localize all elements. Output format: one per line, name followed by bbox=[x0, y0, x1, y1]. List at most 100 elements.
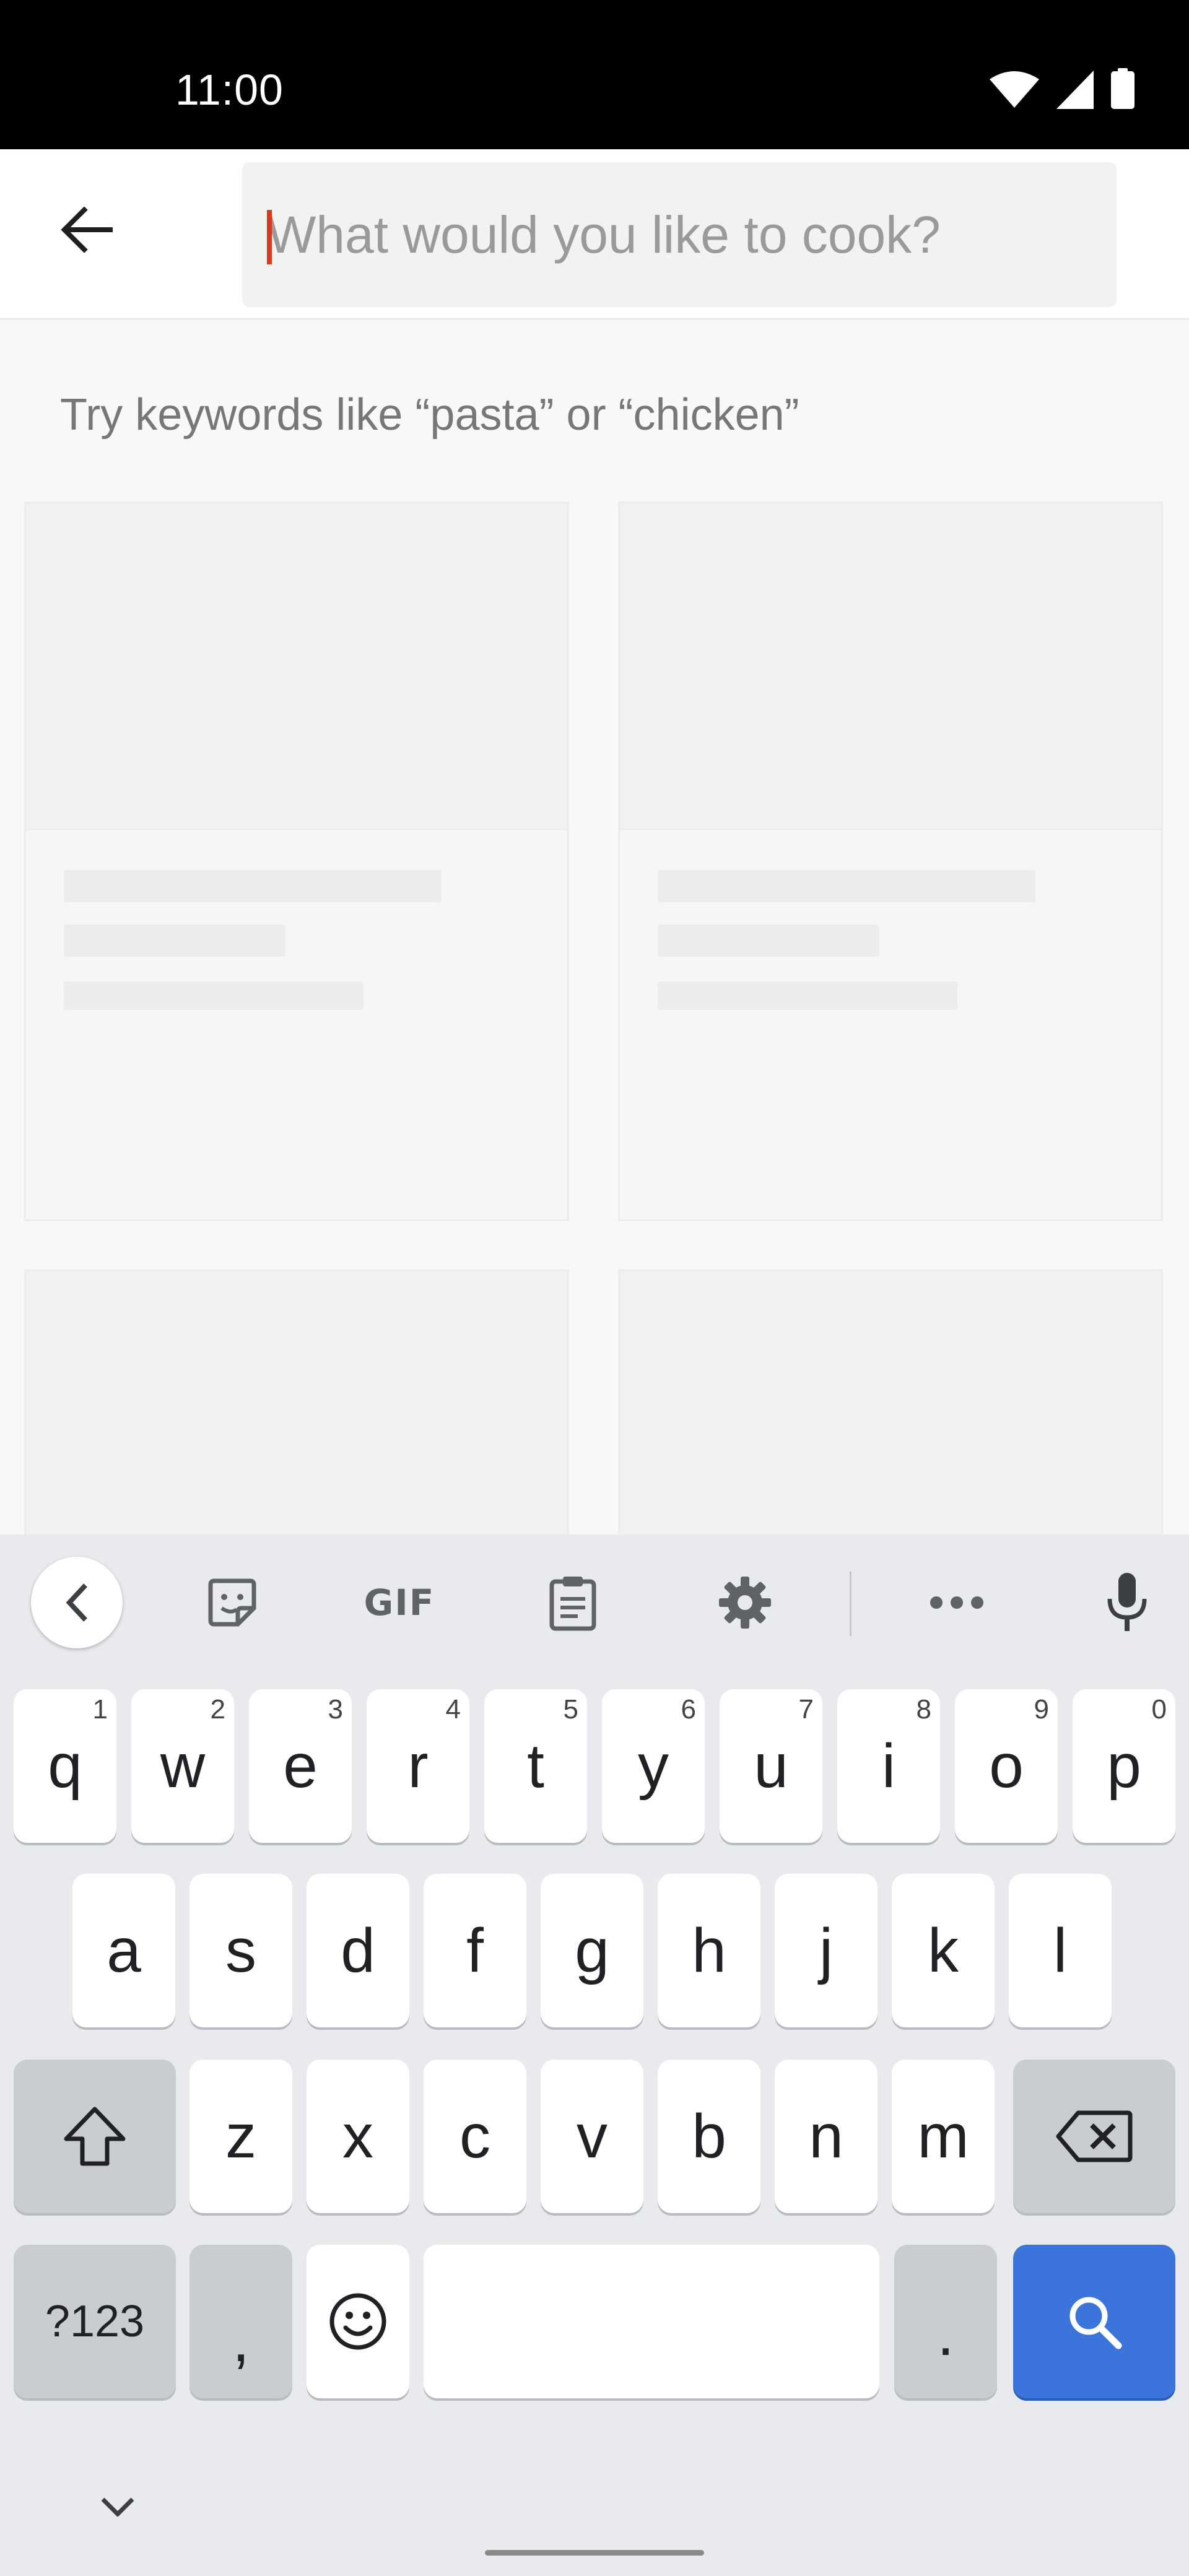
space-key[interactable] bbox=[424, 2245, 879, 2398]
shift-arrow-icon bbox=[64, 2107, 126, 2166]
key-d[interactable]: d bbox=[307, 1874, 409, 2027]
key-label: j bbox=[819, 1915, 834, 1985]
key-t[interactable]: t5 bbox=[484, 1689, 587, 1843]
status-bar: 11:00 bbox=[0, 0, 1189, 149]
home-indicator[interactable] bbox=[485, 2550, 704, 2556]
key-c[interactable]: c bbox=[424, 2060, 526, 2213]
key-number-hint: 9 bbox=[1034, 1694, 1049, 1725]
key-b[interactable]: b bbox=[658, 2060, 760, 2213]
gif-button[interactable]: GIF bbox=[350, 1559, 449, 1646]
clipboard-button[interactable] bbox=[523, 1559, 622, 1646]
signal-icon bbox=[1056, 71, 1094, 109]
key-label: d bbox=[341, 1915, 375, 1985]
key-label: i bbox=[881, 1731, 896, 1801]
settings-button[interactable] bbox=[695, 1559, 795, 1646]
key-z[interactable]: z bbox=[189, 2060, 292, 2213]
backspace-key[interactable] bbox=[1013, 2060, 1175, 2213]
key-f[interactable]: f bbox=[424, 1874, 526, 2027]
key-label: h bbox=[692, 1915, 726, 1985]
skeleton-line bbox=[64, 925, 285, 957]
key-label: a bbox=[107, 1915, 141, 1985]
battery-icon bbox=[1111, 68, 1135, 109]
key-label: c bbox=[459, 2101, 490, 2171]
key-o[interactable]: o9 bbox=[955, 1689, 1058, 1843]
key-label: q bbox=[48, 1731, 82, 1801]
key-l[interactable]: l bbox=[1009, 1874, 1112, 2027]
skeleton-line bbox=[658, 925, 879, 957]
key-label: g bbox=[575, 1915, 609, 1985]
key-label: y bbox=[638, 1731, 669, 1801]
key-p[interactable]: p0 bbox=[1073, 1689, 1175, 1843]
chevron-down-icon bbox=[101, 2497, 134, 2517]
keyboard-collapse-button[interactable] bbox=[31, 1557, 123, 1648]
period-key[interactable]: . bbox=[894, 2245, 997, 2398]
shift-key[interactable] bbox=[14, 2060, 176, 2213]
key-y[interactable]: y6 bbox=[602, 1689, 705, 1843]
back-button[interactable] bbox=[43, 186, 130, 273]
gear-icon bbox=[719, 1577, 771, 1629]
clipboard-icon bbox=[549, 1577, 596, 1631]
emoji-key[interactable] bbox=[307, 2245, 409, 2398]
recipe-card-placeholder bbox=[618, 1269, 1163, 1579]
key-label: s bbox=[225, 1915, 256, 1985]
symbols-key[interactable]: ?123 bbox=[14, 2245, 176, 2398]
key-q[interactable]: q1 bbox=[14, 1689, 116, 1843]
status-icons bbox=[990, 68, 1135, 109]
key-number-hint: 3 bbox=[328, 1694, 343, 1725]
voice-input-button[interactable] bbox=[1078, 1559, 1177, 1646]
key-number-hint: 2 bbox=[210, 1694, 225, 1725]
skeleton-line bbox=[658, 870, 1035, 902]
key-e[interactable]: e3 bbox=[249, 1689, 352, 1843]
wifi-icon bbox=[990, 71, 1039, 108]
recipe-card-placeholder bbox=[24, 502, 569, 1221]
key-label: l bbox=[1053, 1915, 1068, 1985]
comma-key[interactable]: , bbox=[189, 2245, 292, 2398]
card-image-placeholder bbox=[26, 503, 567, 830]
symbols-key-label: ?123 bbox=[45, 2297, 145, 2346]
key-label: e bbox=[283, 1731, 318, 1801]
key-label: k bbox=[928, 1915, 959, 1985]
soft-keyboard: GIF ?123 , . q 1 w 2 e 3 r 4 t 5 y 6 u 7… bbox=[0, 1534, 1189, 2576]
key-s[interactable]: s bbox=[189, 1874, 292, 2027]
search-input[interactable] bbox=[267, 162, 1091, 307]
sticker-button[interactable] bbox=[183, 1559, 282, 1646]
emoji-icon bbox=[329, 2293, 386, 2350]
more-button[interactable] bbox=[907, 1559, 1006, 1646]
more-dots-icon bbox=[930, 1596, 983, 1609]
key-label: t bbox=[527, 1731, 544, 1801]
card-image-placeholder bbox=[26, 1271, 567, 1577]
key-v[interactable]: v bbox=[541, 2060, 643, 2213]
key-x[interactable]: x bbox=[307, 2060, 409, 2213]
search-action-key[interactable] bbox=[1013, 2245, 1175, 2398]
comma-key-label: , bbox=[232, 2305, 250, 2375]
skeleton-line bbox=[658, 981, 957, 1010]
key-number-hint: 1 bbox=[92, 1694, 108, 1725]
key-j[interactable]: j bbox=[775, 1874, 878, 2027]
key-h[interactable]: h bbox=[658, 1874, 760, 2027]
key-u[interactable]: u7 bbox=[720, 1689, 822, 1843]
hide-keyboard-button[interactable] bbox=[87, 2482, 149, 2531]
key-n[interactable]: n bbox=[775, 2060, 878, 2213]
mic-icon bbox=[1107, 1573, 1147, 1631]
key-k[interactable]: k bbox=[892, 1874, 995, 2027]
sticker-icon bbox=[208, 1578, 256, 1627]
key-w[interactable]: w2 bbox=[131, 1689, 234, 1843]
card-image-placeholder bbox=[620, 1271, 1161, 1577]
text-caret bbox=[267, 210, 272, 264]
search-hint: Try keywords like “pasta” or “chicken” bbox=[60, 390, 799, 440]
key-r[interactable]: r4 bbox=[367, 1689, 469, 1843]
key-label: x bbox=[342, 2101, 373, 2171]
period-key-label: . bbox=[937, 2299, 954, 2369]
key-i[interactable]: i8 bbox=[837, 1689, 940, 1843]
key-label: o bbox=[989, 1731, 1024, 1801]
key-number-hint: 5 bbox=[563, 1694, 578, 1725]
key-label: m bbox=[917, 2101, 969, 2171]
key-g[interactable]: g bbox=[541, 1874, 643, 2027]
arrow-left-icon bbox=[61, 207, 113, 253]
key-a[interactable]: a bbox=[72, 1874, 175, 2027]
gif-label: GIF bbox=[364, 1582, 435, 1624]
search-box[interactable] bbox=[242, 162, 1117, 307]
recipe-card-placeholder bbox=[618, 502, 1163, 1221]
key-m[interactable]: m bbox=[892, 2060, 995, 2213]
key-label: v bbox=[577, 2101, 608, 2171]
